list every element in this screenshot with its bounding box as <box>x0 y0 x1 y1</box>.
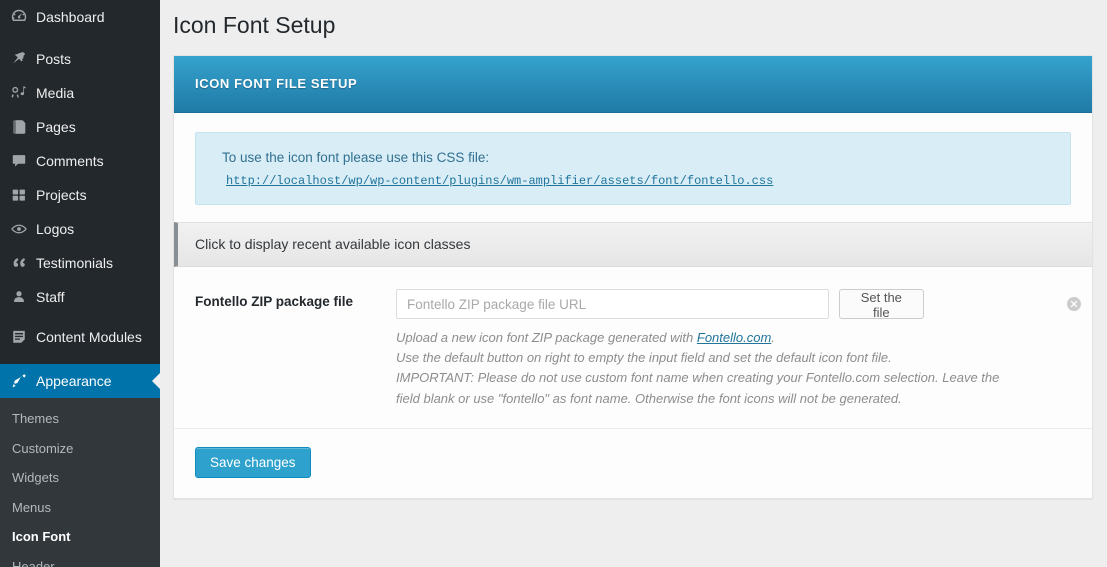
sidebar-item-staff[interactable]: Staff <box>0 280 160 314</box>
css-file-notice: To use the icon font please use this CSS… <box>195 132 1071 205</box>
notice-text: To use the icon font please use this CSS… <box>222 148 1052 168</box>
sidebar-item-projects[interactable]: Projects <box>0 178 160 212</box>
admin-content: Icon Font Setup ICON FONT FILE SETUP To … <box>160 0 1107 567</box>
submenu-item-menus[interactable]: Menus <box>0 493 160 523</box>
panel-footer: Save changes <box>174 428 1092 498</box>
css-file-url-link[interactable]: http://localhost/wp/wp-content/plugins/w… <box>226 174 773 188</box>
fontello-zip-control: Set the file Upl <box>396 289 1100 409</box>
input-line: Set the file <box>396 289 1082 319</box>
sidebar-item-label: Media <box>36 85 74 102</box>
fontello-com-link[interactable]: Fontello.com <box>697 330 771 345</box>
submenu-item-widgets[interactable]: Widgets <box>0 463 160 493</box>
icon-font-setup-panel: ICON FONT FILE SETUP To use the icon fon… <box>173 55 1093 499</box>
comment-bubble-icon <box>10 152 36 170</box>
accordion-label: Click to display recent available icon c… <box>195 236 470 252</box>
page-title: Icon Font Setup <box>160 0 1107 55</box>
reset-wrap <box>934 296 1082 312</box>
person-icon <box>10 288 36 306</box>
submenu-item-header[interactable]: Header <box>0 552 160 567</box>
icon-classes-accordion-toggle[interactable]: Click to display recent available icon c… <box>174 222 1092 267</box>
help-line-1-after: . <box>771 330 775 345</box>
sidebar-item-media[interactable]: Media <box>0 76 160 110</box>
help-line-1: Upload a new icon font ZIP package gener… <box>396 328 1021 348</box>
wordpress-admin-screen: Dashboard Posts Media <box>0 0 1107 567</box>
sidebar-item-dashboard[interactable]: Dashboard <box>0 0 160 34</box>
sidebar-divider <box>0 34 160 42</box>
sidebar-item-label: Content Modules <box>36 328 142 347</box>
admin-sidebar: Dashboard Posts Media <box>0 0 160 567</box>
appearance-submenu: Themes Customize Widgets Menus Icon Font… <box>0 398 160 567</box>
sidebar-item-label: Dashboard <box>36 9 105 26</box>
submenu-item-customize[interactable]: Customize <box>0 434 160 464</box>
panel-header-title: ICON FONT FILE SETUP <box>195 76 357 91</box>
set-the-file-button[interactable]: Set the file <box>839 289 923 319</box>
quote-marks-icon <box>10 254 36 272</box>
pages-stack-icon <box>10 118 36 136</box>
fontello-zip-field-row: Fontello ZIP package file Set the file <box>174 267 1092 409</box>
paintbrush-icon <box>10 372 36 390</box>
submenu-item-icon-font[interactable]: Icon Font <box>0 522 160 552</box>
reset-circle-x-icon[interactable] <box>1066 296 1082 312</box>
sidebar-item-content-modules[interactable]: Content Modules <box>0 314 160 360</box>
sidebar-item-label: Pages <box>36 119 76 136</box>
sidebar-item-appearance[interactable]: Appearance <box>0 364 160 398</box>
panel-body: To use the icon font please use this CSS… <box>174 132 1092 498</box>
sidebar-item-label: Staff <box>36 289 65 306</box>
fontello-zip-label: Fontello ZIP package file <box>174 289 396 309</box>
sidebar-item-logos[interactable]: Logos <box>0 212 160 246</box>
sidebar-item-label: Testimonials <box>36 255 113 272</box>
document-lines-icon <box>10 328 36 346</box>
sidebar-item-comments[interactable]: Comments <box>0 144 160 178</box>
sidebar-item-label: Comments <box>36 153 104 170</box>
dashboard-gauge-icon <box>10 8 36 26</box>
submenu-item-themes[interactable]: Themes <box>0 404 160 434</box>
sidebar-item-label: Appearance <box>36 373 112 390</box>
help-line-2: Use the default button on right to empty… <box>396 348 1021 368</box>
save-changes-button[interactable]: Save changes <box>195 447 311 478</box>
sidebar-item-posts[interactable]: Posts <box>0 42 160 76</box>
fontello-zip-url-input[interactable] <box>396 289 829 319</box>
sidebar-item-label: Projects <box>36 187 87 204</box>
help-line-1-before: Upload a new icon font ZIP package gener… <box>396 330 697 345</box>
grid-squares-icon <box>10 186 36 204</box>
sidebar-item-label: Posts <box>36 51 71 68</box>
fontello-zip-help-text: Upload a new icon font ZIP package gener… <box>396 319 1021 409</box>
sidebar-item-label: Logos <box>36 221 74 238</box>
sidebar-item-testimonials[interactable]: Testimonials <box>0 246 160 280</box>
help-line-3: IMPORTANT: Please do not use custom font… <box>396 368 1021 408</box>
panel-header: ICON FONT FILE SETUP <box>174 56 1092 113</box>
pushpin-icon <box>10 50 36 68</box>
sidebar-item-pages[interactable]: Pages <box>0 110 160 144</box>
eye-icon <box>10 220 36 238</box>
media-music-icon <box>10 84 36 102</box>
